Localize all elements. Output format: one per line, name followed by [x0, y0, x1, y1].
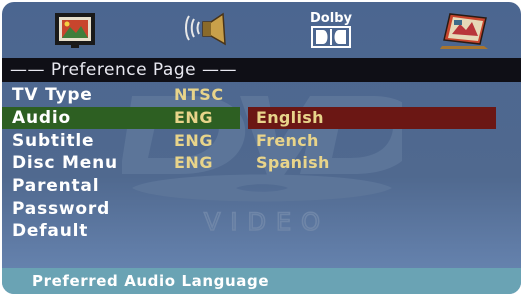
audio-value: ENG [174, 108, 213, 127]
picture-setup-icon [55, 13, 95, 48]
menu-item-tv-type[interactable]: TV Type [12, 84, 93, 106]
speaker-setup-icon [185, 12, 226, 46]
status-bar: Preferred Audio Language [2, 268, 521, 294]
toolbar-item-speaker[interactable] [170, 6, 240, 54]
menu-item-default[interactable]: Default [12, 220, 88, 242]
status-text: Preferred Audio Language [32, 272, 270, 290]
page-title: —— Preference Page —— [10, 60, 237, 80]
preference-setup-icon [440, 13, 488, 49]
menu-item-parental[interactable]: Parental [12, 175, 99, 197]
dolby-digital-setup-icon [311, 26, 351, 48]
toolbar-item-dolby[interactable]: Dolby [296, 6, 366, 54]
tv-type-value: NTSC [174, 85, 224, 104]
video-watermark-text: VIDEO [204, 208, 330, 236]
subtitle-value: ENG [174, 131, 213, 150]
menu-item-audio[interactable]: Audio [12, 107, 71, 129]
setup-menu-panel: VIDEO Dolby —— Preference Page —— TV Typ… [2, 2, 521, 294]
option-english[interactable]: English [256, 107, 324, 129]
menu-item-subtitle[interactable]: Subtitle [12, 130, 94, 152]
toolbar-item-general[interactable] [40, 6, 110, 54]
title-bar: —— Preference Page —— [2, 58, 521, 82]
option-french[interactable]: French [256, 130, 319, 152]
option-spanish[interactable]: Spanish [256, 152, 330, 174]
setup-toolbar: Dolby [2, 2, 521, 58]
dolby-label: Dolby [310, 11, 352, 26]
menu-item-disc-menu[interactable]: Disc Menu [12, 152, 118, 174]
menu-item-password[interactable]: Password [12, 198, 110, 220]
toolbar-item-preference[interactable] [430, 6, 500, 54]
osd-frame: VIDEO Dolby —— Preference Page —— TV Typ… [0, 0, 523, 296]
disc-menu-value: ENG [174, 153, 213, 172]
